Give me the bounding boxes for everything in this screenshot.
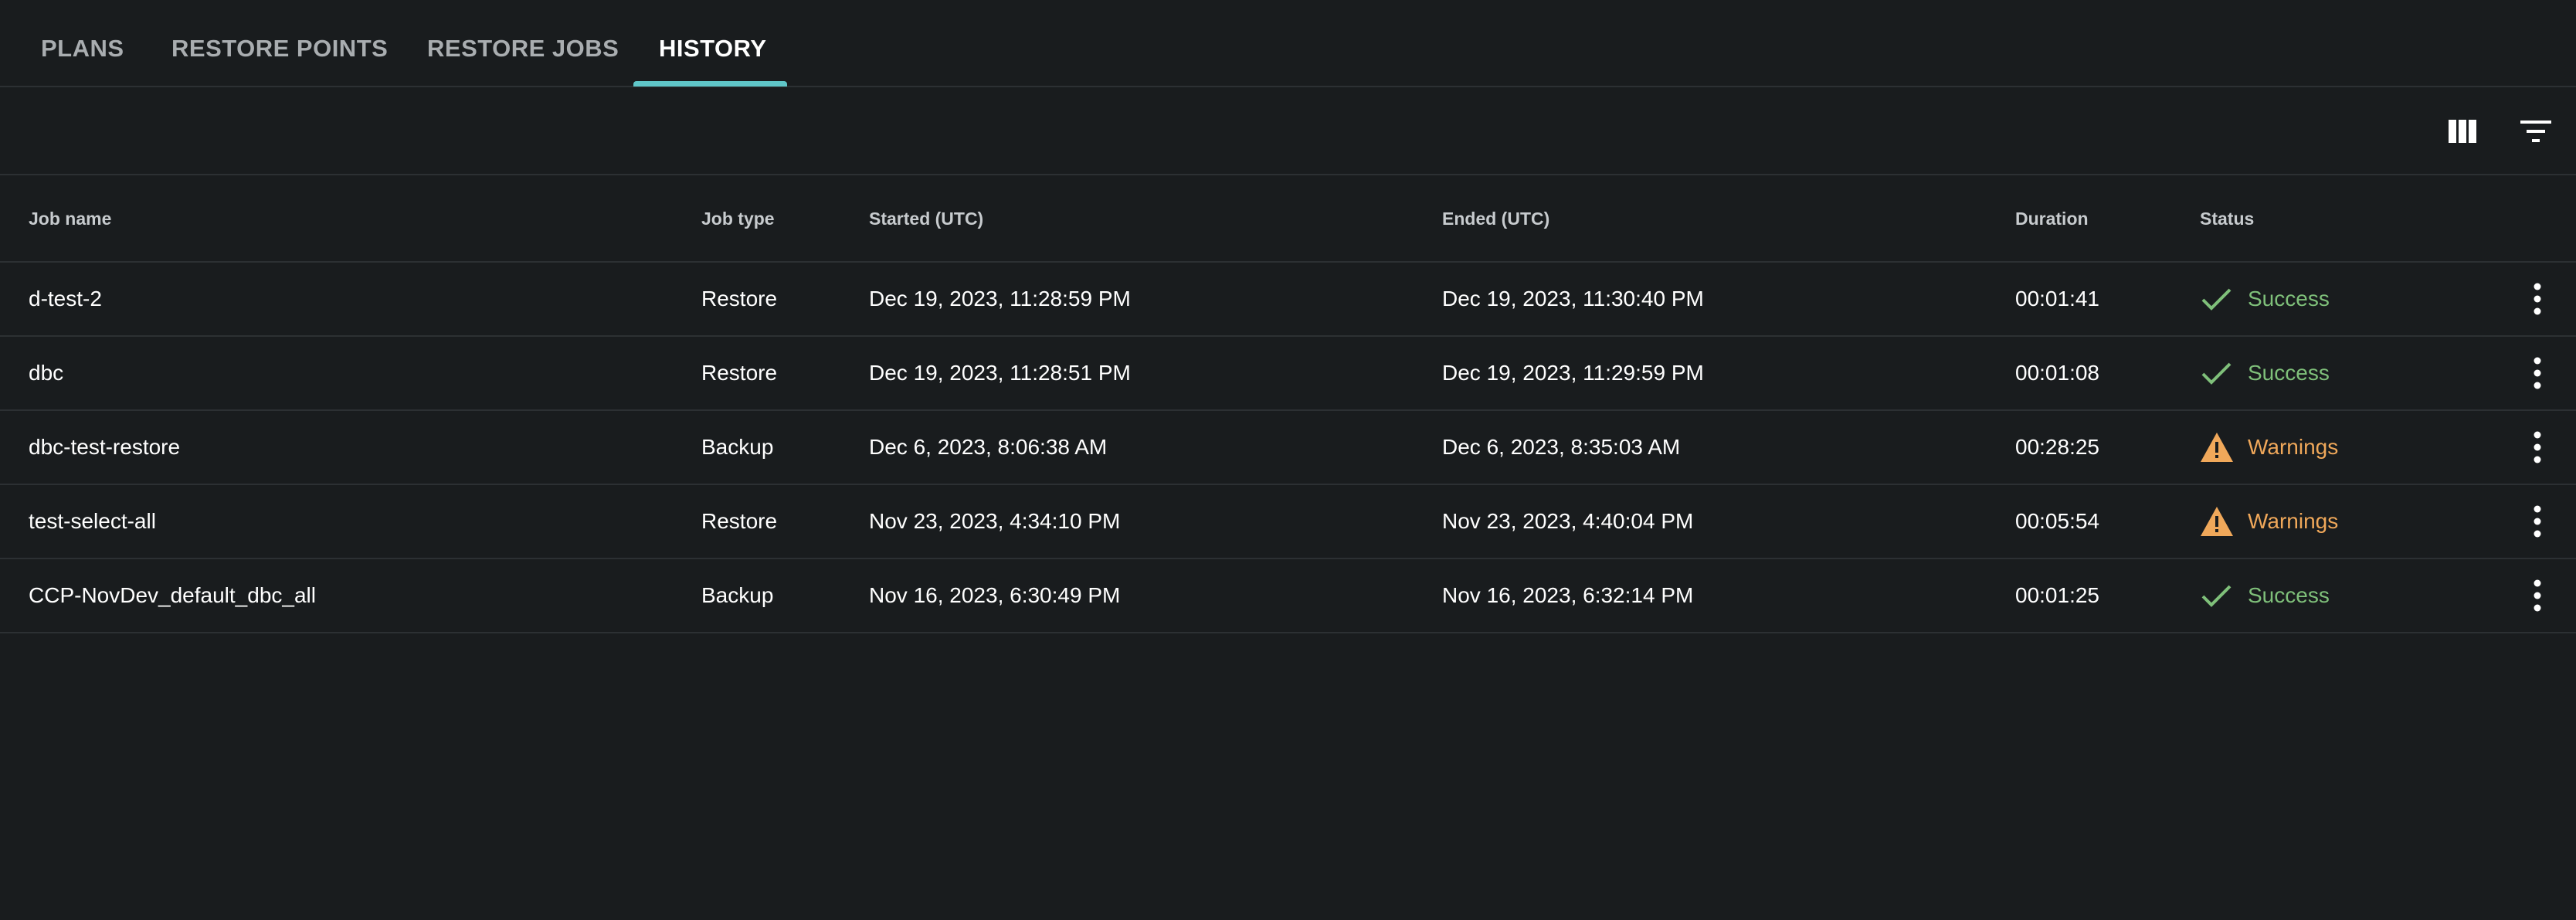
columns-icon[interactable] bbox=[2449, 120, 2476, 143]
duration: 00:01:25 bbox=[2015, 583, 2099, 607]
tab-bar: PLANS RESTORE POINTS RESTORE JOBS HISTOR… bbox=[0, 0, 2576, 87]
table-row[interactable]: dbc-test-restore Backup Dec 6, 2023, 8:0… bbox=[0, 411, 2576, 485]
status-label: Success bbox=[2248, 361, 2330, 385]
tab-history[interactable]: HISTORY bbox=[659, 0, 767, 87]
job-type: Restore bbox=[701, 287, 778, 311]
duration: 00:01:41 bbox=[2015, 287, 2099, 311]
warning-icon bbox=[2200, 431, 2234, 463]
row-menu-icon[interactable] bbox=[2526, 578, 2549, 613]
tab-plans[interactable]: PLANS bbox=[41, 0, 124, 87]
job-name: test-select-all bbox=[29, 509, 156, 533]
filter-icon[interactable] bbox=[2520, 121, 2551, 142]
ended-time: Nov 23, 2023, 4:40:04 PM bbox=[1442, 509, 1694, 533]
status-label: Success bbox=[2248, 583, 2330, 607]
column-header-status[interactable]: Status bbox=[2200, 175, 2254, 262]
row-menu-icon[interactable] bbox=[2526, 355, 2549, 391]
started-time: Dec 19, 2023, 11:28:59 PM bbox=[869, 287, 1131, 311]
duration: 00:28:25 bbox=[2015, 435, 2099, 459]
column-header-ended[interactable]: Ended (UTC) bbox=[1442, 175, 1549, 262]
column-header-duration[interactable]: Duration bbox=[2015, 175, 2089, 262]
job-name: d-test-2 bbox=[29, 287, 102, 311]
table-row[interactable]: d-test-2 Restore Dec 19, 2023, 11:28:59 … bbox=[0, 263, 2576, 337]
ended-time: Nov 16, 2023, 6:32:14 PM bbox=[1442, 583, 1694, 607]
column-header-started[interactable]: Started (UTC) bbox=[869, 175, 983, 262]
duration: 00:05:54 bbox=[2015, 509, 2099, 533]
started-time: Dec 19, 2023, 11:28:51 PM bbox=[869, 361, 1131, 385]
job-name: dbc bbox=[29, 361, 64, 385]
table-row[interactable]: CCP-NovDev_default_dbc_all Backup Nov 16… bbox=[0, 559, 2576, 633]
status-label: Success bbox=[2248, 287, 2330, 311]
check-icon bbox=[2200, 579, 2234, 612]
table-row[interactable]: test-select-all Restore Nov 23, 2023, 4:… bbox=[0, 485, 2576, 559]
table-toolbar bbox=[0, 87, 2576, 175]
job-type: Restore bbox=[701, 509, 778, 533]
column-header-job-name[interactable]: Job name bbox=[29, 175, 111, 262]
duration: 00:01:08 bbox=[2015, 361, 2099, 385]
warning-icon bbox=[2200, 505, 2234, 538]
job-type: Restore bbox=[701, 361, 778, 385]
table-header: Job name Job type Started (UTC) Ended (U… bbox=[0, 175, 2576, 263]
check-icon bbox=[2200, 283, 2234, 315]
active-tab-indicator bbox=[633, 81, 787, 87]
started-time: Nov 23, 2023, 4:34:10 PM bbox=[869, 509, 1121, 533]
tab-restore-jobs[interactable]: RESTORE JOBS bbox=[427, 0, 619, 87]
row-menu-icon[interactable] bbox=[2526, 429, 2549, 465]
check-icon bbox=[2200, 357, 2234, 389]
tab-restore-points[interactable]: RESTORE POINTS bbox=[171, 0, 388, 87]
job-name: CCP-NovDev_default_dbc_all bbox=[29, 583, 316, 607]
ended-time: Dec 6, 2023, 8:35:03 AM bbox=[1442, 435, 1681, 459]
started-time: Dec 6, 2023, 8:06:38 AM bbox=[869, 435, 1108, 459]
ended-time: Dec 19, 2023, 11:30:40 PM bbox=[1442, 287, 1704, 311]
started-time: Nov 16, 2023, 6:30:49 PM bbox=[869, 583, 1121, 607]
ended-time: Dec 19, 2023, 11:29:59 PM bbox=[1442, 361, 1704, 385]
job-name: dbc-test-restore bbox=[29, 435, 181, 459]
row-menu-icon[interactable] bbox=[2526, 504, 2549, 539]
column-header-job-type[interactable]: Job type bbox=[701, 175, 775, 262]
job-type: Backup bbox=[701, 583, 774, 607]
job-type: Backup bbox=[701, 435, 774, 459]
row-menu-icon[interactable] bbox=[2526, 281, 2549, 317]
status-label: Warnings bbox=[2248, 435, 2339, 459]
status-label: Warnings bbox=[2248, 509, 2339, 533]
table-row[interactable]: dbc Restore Dec 19, 2023, 11:28:51 PM De… bbox=[0, 337, 2576, 411]
